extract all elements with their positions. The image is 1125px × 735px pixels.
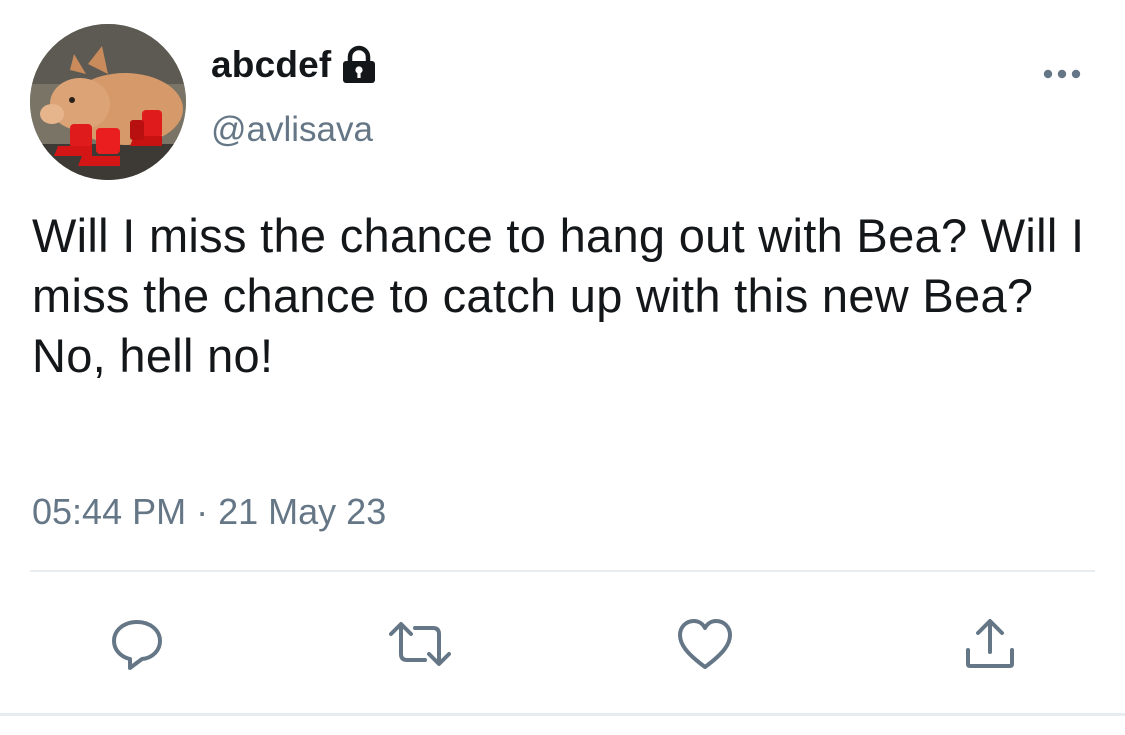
display-name[interactable]: abcdef xyxy=(211,44,331,86)
tweet-date[interactable]: 21 May 23 xyxy=(218,491,386,532)
share-icon xyxy=(962,616,1018,672)
divider xyxy=(30,570,1095,572)
retweet-button[interactable] xyxy=(387,614,453,674)
tweet-time[interactable]: 05:44 PM xyxy=(32,491,186,532)
reply-button[interactable] xyxy=(107,614,167,674)
display-name-row: abcdef xyxy=(211,42,377,88)
like-icon xyxy=(676,617,734,671)
tweet-text: Will I miss the chance to hang out with … xyxy=(32,209,1085,382)
retweet-icon xyxy=(387,616,453,672)
timestamp-row: 05:44 PM · 21 May 23 xyxy=(32,491,386,533)
like-button[interactable] xyxy=(675,614,735,674)
avatar[interactable] xyxy=(30,24,186,180)
lock-icon xyxy=(341,45,377,85)
reply-icon xyxy=(109,616,165,672)
share-button[interactable] xyxy=(960,614,1020,674)
timestamp-separator: · xyxy=(196,491,209,532)
divider-bottom xyxy=(0,713,1125,716)
more-icon[interactable] xyxy=(1040,64,1084,84)
tweet-card: abcdef @avlisava Will I miss the chance … xyxy=(0,0,1125,735)
user-handle[interactable]: @avlisava xyxy=(211,110,373,150)
avatar-image xyxy=(30,24,186,180)
